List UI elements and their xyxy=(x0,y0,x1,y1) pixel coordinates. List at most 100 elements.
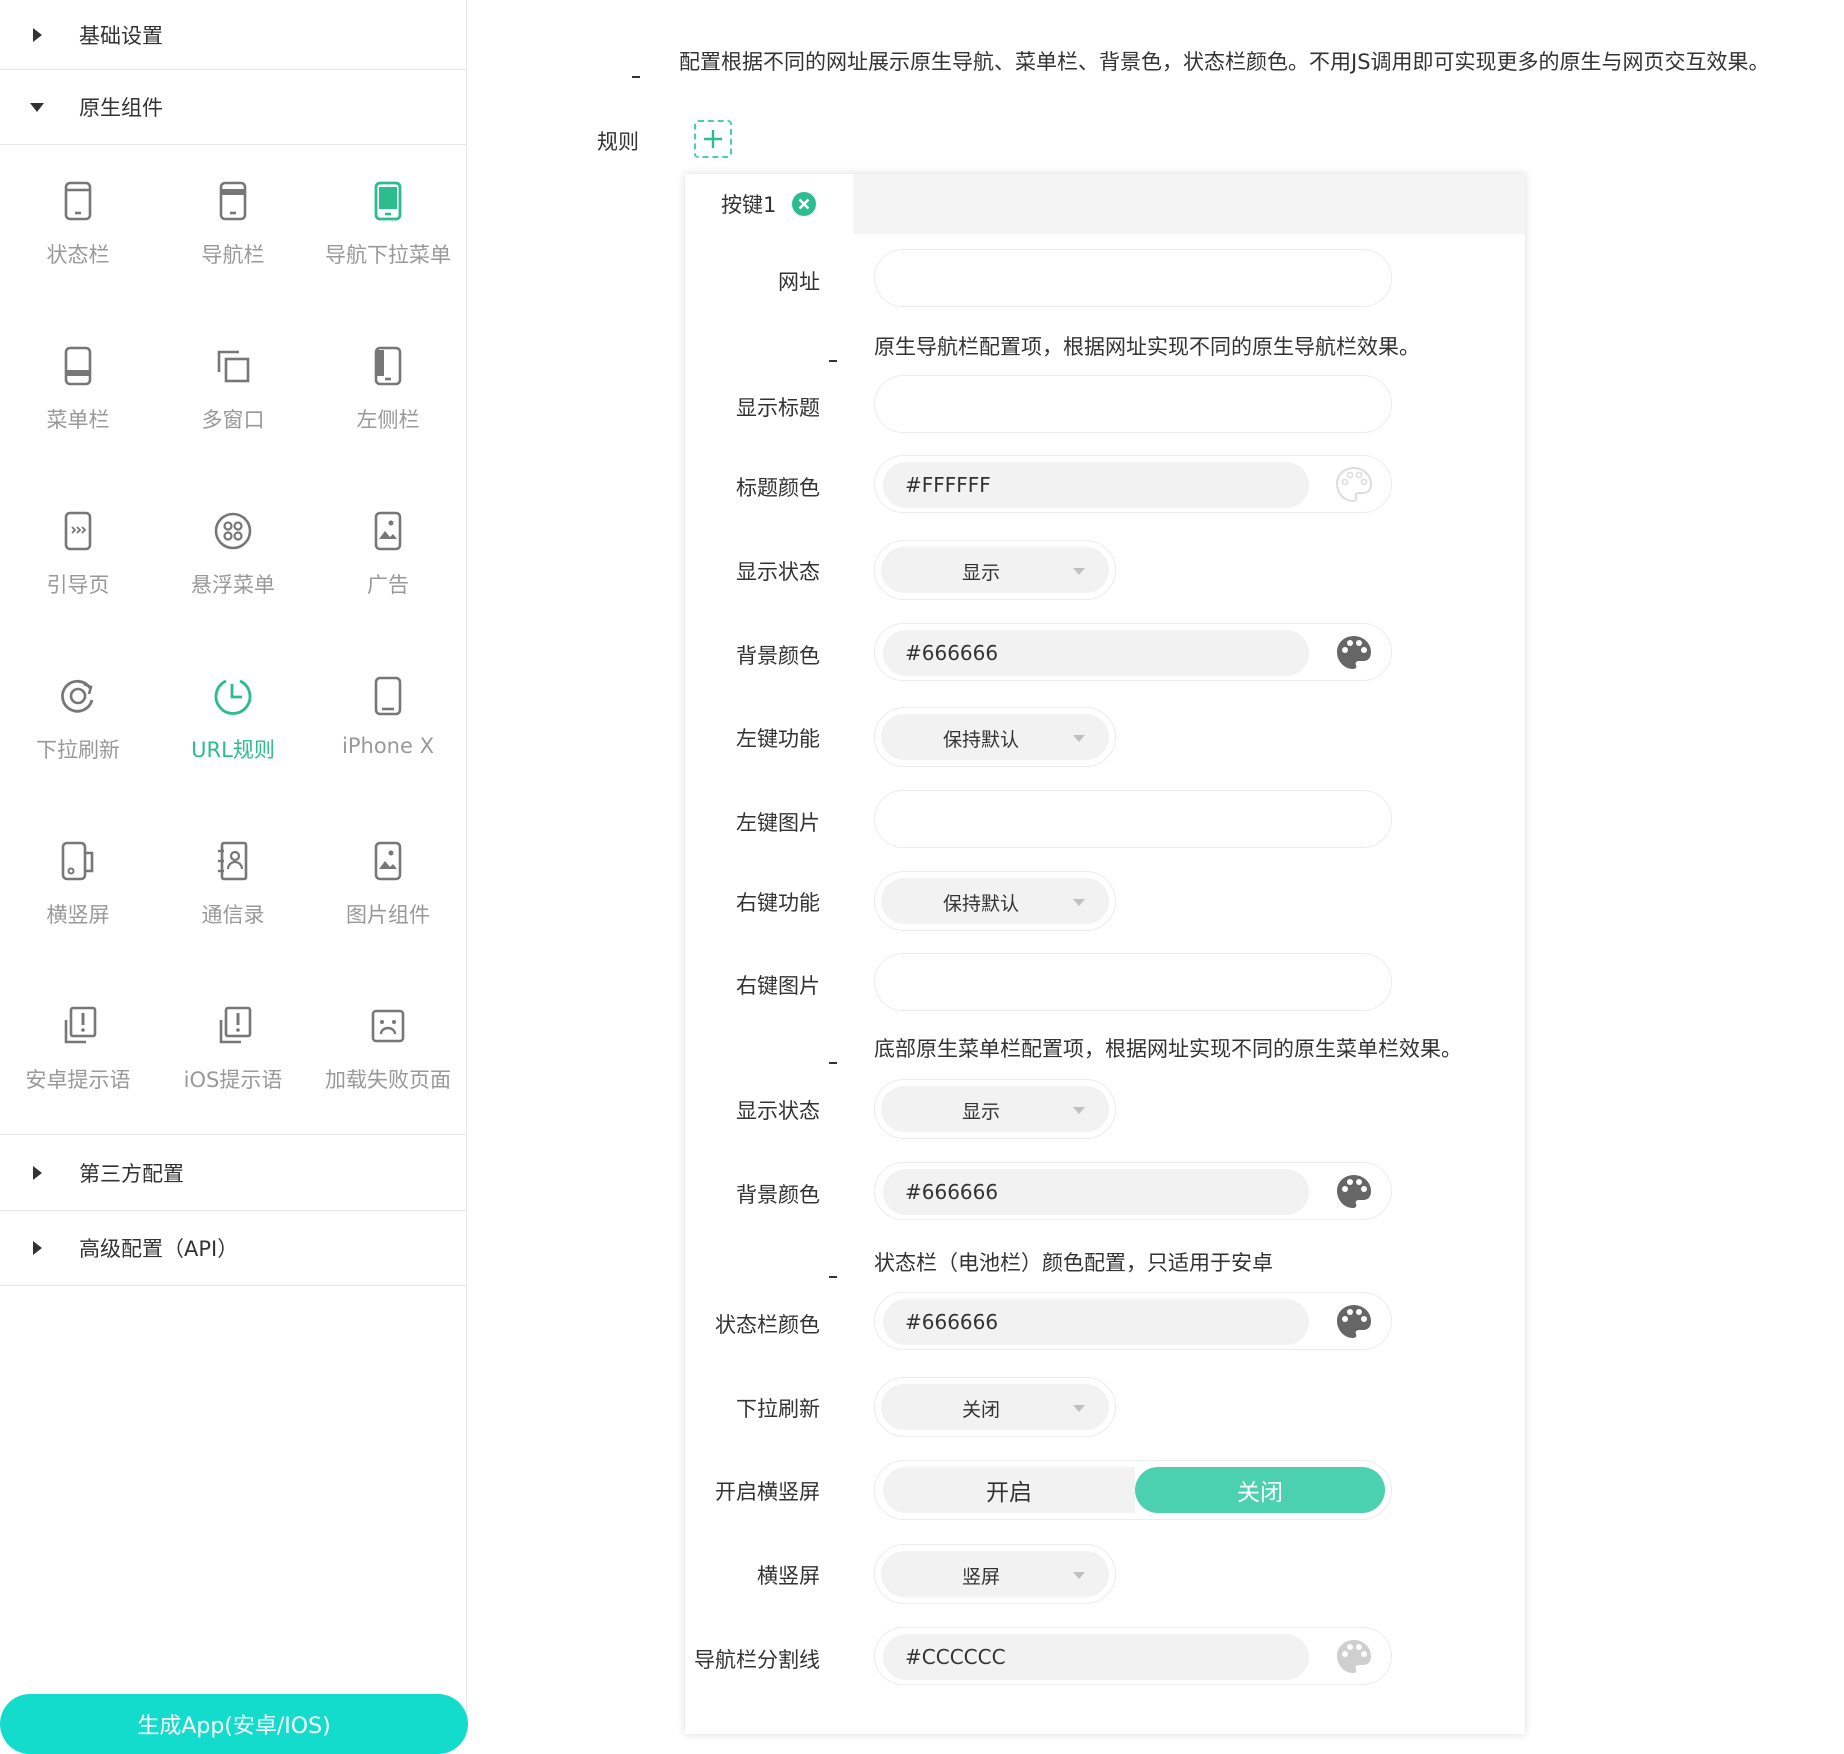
select-value: 显示 xyxy=(961,1101,1000,1123)
plus-icon xyxy=(704,130,722,148)
expand-arrow-icon xyxy=(30,1166,44,1180)
select-inner: 关闭 xyxy=(881,1384,1109,1430)
palette-icon[interactable] xyxy=(1334,465,1374,505)
page-intro: 配置根据不同的网址展示原生导航、菜单栏、背景色，状态栏颜色。不用JS调用即可实现… xyxy=(679,50,1770,74)
component-menu-bar[interactable]: 菜单栏 xyxy=(0,314,156,474)
tab-label: 按键1 xyxy=(721,193,777,217)
menu-bg-color-input[interactable]: #666666 xyxy=(883,1169,1309,1215)
multi-window-icon xyxy=(217,350,250,383)
orientation-select[interactable]: 竖屏 xyxy=(874,1544,1116,1604)
close-tab-icon[interactable] xyxy=(792,192,817,216)
left-function-select[interactable]: 保持默认 xyxy=(874,707,1116,767)
nav-display-label: 显示状态 xyxy=(736,560,820,584)
component-guide-page[interactable]: 引导页 xyxy=(0,479,156,639)
status-bar-color-field: #666666 xyxy=(874,1292,1392,1350)
dash-marker xyxy=(632,76,640,78)
component-image[interactable]: 图片组件 xyxy=(310,809,466,969)
select-inner: 保持默认 xyxy=(881,714,1109,760)
nav-display-select[interactable]: 显示 xyxy=(874,540,1116,600)
nav-bg-color-input[interactable]: #666666 xyxy=(883,630,1309,676)
component-iphone-x[interactable]: iPhone X xyxy=(310,644,466,804)
pull-refresh-select[interactable]: 关闭 xyxy=(874,1377,1116,1437)
right-image-input[interactable] xyxy=(874,953,1392,1011)
status-bar-color-label: 状态栏颜色 xyxy=(715,1313,820,1337)
select-value: 保持默认 xyxy=(942,729,1019,751)
rotate-on-option[interactable]: 开启 xyxy=(883,1467,1135,1513)
dash-marker xyxy=(829,1276,837,1278)
chevron-down-icon xyxy=(1073,1572,1085,1579)
component-ios-alert[interactable]: iOS提示语 xyxy=(155,974,311,1134)
component-multi-window[interactable]: 多窗口 xyxy=(155,314,311,474)
select-inner: 保持默认 xyxy=(881,878,1109,924)
add-rule-button[interactable] xyxy=(694,120,732,158)
menu-display-select[interactable]: 显示 xyxy=(874,1079,1116,1139)
palette-icon[interactable] xyxy=(1334,1172,1374,1212)
orientation-label: 横竖屏 xyxy=(757,1564,820,1588)
image-component-icon xyxy=(374,841,402,881)
palette-icon[interactable] xyxy=(1334,1637,1374,1677)
phone-left-sidebar-icon xyxy=(374,346,402,386)
expand-arrow-icon xyxy=(30,27,44,42)
rule-tab-bar: 按键1 xyxy=(685,174,1525,234)
component-pull-refresh[interactable]: 下拉刷新 xyxy=(0,644,156,804)
android-alert-icon xyxy=(64,1006,97,1044)
section-label: 高级配置（API） xyxy=(79,1237,239,1261)
tab-rule-1[interactable]: 按键1 xyxy=(685,174,853,234)
rotate-screen-icon xyxy=(61,841,94,881)
component-nav-bar[interactable]: 导航栏 xyxy=(155,149,311,309)
phone-nav-bar-icon xyxy=(219,181,247,221)
nav-divider-label: 导航栏分割线 xyxy=(694,1648,820,1672)
section-native-components[interactable]: 原生组件 xyxy=(0,70,466,145)
status-bar-color-input[interactable]: #666666 xyxy=(883,1299,1309,1345)
component-load-fail[interactable]: 加载失败页面 xyxy=(310,974,466,1134)
refresh-icon xyxy=(61,679,94,713)
component-contacts[interactable]: 通信录 xyxy=(155,809,311,969)
section-label: 第三方配置 xyxy=(79,1162,184,1186)
menu-display-label: 显示状态 xyxy=(736,1099,820,1123)
select-inner: 显示 xyxy=(881,547,1109,593)
menu-bg-color-field: #666666 xyxy=(874,1162,1392,1220)
left-function-label: 左键功能 xyxy=(736,727,820,751)
right-image-label: 右键图片 xyxy=(736,974,820,998)
show-title-label: 显示标题 xyxy=(736,396,820,420)
component-left-sidebar[interactable]: 左侧栏 xyxy=(310,314,466,474)
show-title-input[interactable] xyxy=(874,375,1392,433)
phone-status-bar-icon xyxy=(64,181,92,221)
select-value: 关闭 xyxy=(961,1399,1000,1421)
iphone-x-icon xyxy=(374,676,402,716)
right-function-select[interactable]: 保持默认 xyxy=(874,871,1116,931)
generate-app-button[interactable]: 生成App(安卓/IOS) xyxy=(0,1694,468,1754)
select-value: 显示 xyxy=(961,562,1000,584)
chevron-down-icon xyxy=(1073,1405,1085,1412)
expand-arrow-icon xyxy=(30,1241,44,1255)
select-inner: 显示 xyxy=(881,1086,1109,1132)
section-basic-settings[interactable]: 基础设置 xyxy=(0,0,466,70)
status-bar-note: 状态栏（电池栏）颜色配置，只适用于安卓 xyxy=(874,1251,1273,1275)
component-status-bar[interactable]: 状态栏 xyxy=(0,149,156,309)
nav-divider-color-input[interactable]: #CCCCCC xyxy=(883,1634,1309,1680)
url-rule-clock-icon xyxy=(214,679,252,715)
component-ad[interactable]: 广告 xyxy=(310,479,466,639)
title-color-input[interactable]: #FFFFFF xyxy=(883,462,1309,508)
palette-icon[interactable] xyxy=(1334,1302,1374,1342)
select-value: 竖屏 xyxy=(961,1566,1000,1588)
component-rotate-screen[interactable]: 横竖屏 xyxy=(0,809,156,969)
phone-menu-bar-icon xyxy=(64,346,92,386)
chevron-down-icon xyxy=(1073,735,1085,742)
component-android-alert[interactable]: 安卓提示语 xyxy=(0,974,156,1134)
nav-divider-color-field: #CCCCCC xyxy=(874,1627,1392,1685)
section-label: 原生组件 xyxy=(79,96,163,120)
load-fail-face-icon xyxy=(371,1009,405,1043)
component-url-rule[interactable]: URL规则 xyxy=(155,644,311,804)
rotate-toggle: 开启 关闭 xyxy=(874,1460,1392,1520)
rotate-off-option[interactable]: 关闭 xyxy=(1135,1467,1385,1513)
section-third-party[interactable]: 第三方配置 xyxy=(0,1136,466,1211)
component-nav-dropdown[interactable]: 导航下拉菜单 xyxy=(310,149,466,309)
url-input[interactable] xyxy=(874,249,1392,307)
nav-bg-color-field: #666666 xyxy=(874,623,1392,681)
section-advanced-api[interactable]: 高级配置（API） xyxy=(0,1211,466,1286)
left-image-input[interactable] xyxy=(874,790,1392,848)
palette-icon[interactable] xyxy=(1334,633,1374,673)
left-image-label: 左键图片 xyxy=(736,811,820,835)
component-floating-menu[interactable]: 悬浮菜单 xyxy=(155,479,311,639)
